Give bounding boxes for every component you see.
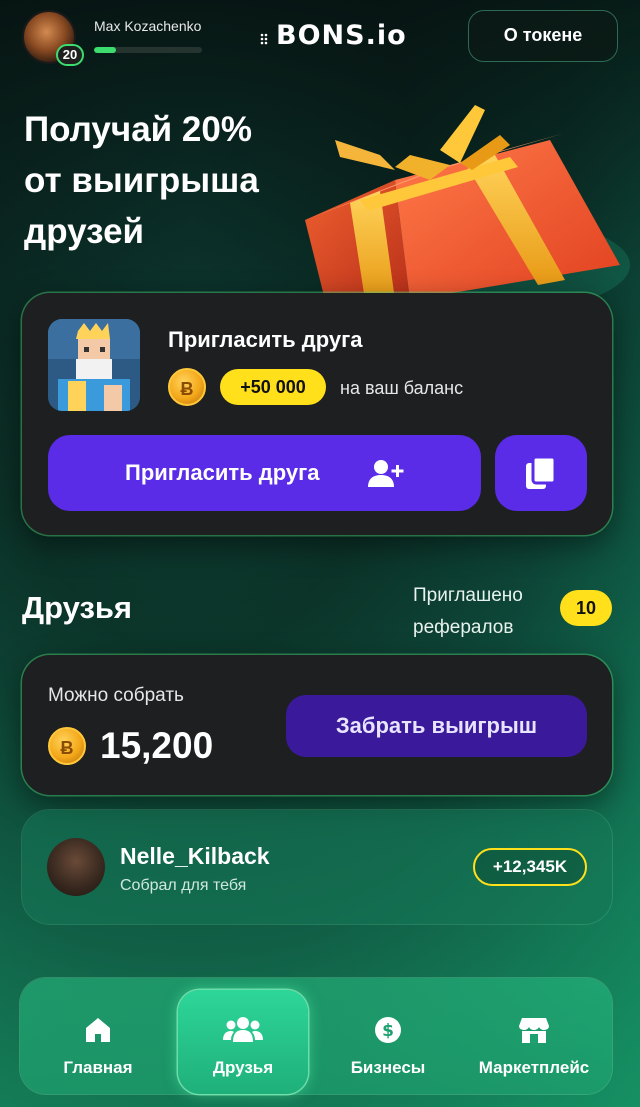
- referrals-label-line: рефералов: [413, 617, 514, 638]
- hero-title-line: от выигрыша: [24, 161, 259, 200]
- collect-amount: 15,200: [100, 725, 214, 766]
- king-character-image: [48, 319, 140, 411]
- app-logo: BONS.io: [276, 20, 407, 51]
- level-badge: 20: [56, 44, 84, 66]
- nav-label: Главная: [63, 1058, 133, 1077]
- nav-item-friends[interactable]: Друзья: [178, 990, 308, 1094]
- coin-icon: Ƀ: [168, 368, 206, 406]
- claim-winnings-button[interactable]: Забрать выигрыш: [286, 695, 587, 757]
- friend-earnings-badge: +12,345K: [473, 848, 587, 886]
- header: 20 Max Kozachenko BONS.io О токене: [22, 10, 618, 66]
- dollar-icon: $: [375, 1017, 401, 1043]
- invite-friend-button[interactable]: Пригласить друга: [48, 435, 481, 511]
- bottom-navigation: Главная Друзья $ Бизнесы Маркетплейс: [20, 978, 612, 1094]
- friend-name: Nelle_Kilback: [120, 843, 270, 869]
- invite-title: Пригласить друга: [168, 327, 363, 352]
- nav-item-businesses[interactable]: $ Бизнесы: [318, 990, 458, 1094]
- hero-title-line: Получай 20%: [24, 110, 252, 149]
- nav-label: Друзья: [212, 1058, 274, 1077]
- referrals-count-badge: 10: [560, 590, 612, 626]
- add-user-icon: [368, 460, 404, 487]
- copy-link-button[interactable]: [495, 435, 587, 511]
- hero-title-line: друзей: [24, 212, 145, 251]
- xp-progress-bar: [94, 47, 202, 53]
- svg-text:$: $: [382, 1021, 394, 1041]
- reward-badge: +50 000: [220, 369, 326, 405]
- invite-card: Пригласить друга Ƀ +50 000 на ваш баланс…: [22, 293, 612, 535]
- referrals-label-line: Приглашено: [413, 585, 523, 606]
- friend-avatar: [47, 838, 105, 896]
- username: Max Kozachenko: [94, 18, 202, 34]
- referrals-label: Приглашено рефералов: [413, 580, 553, 644]
- copy-icon: [526, 457, 556, 489]
- home-icon: [86, 1018, 110, 1042]
- friends-section-title: Друзья: [22, 590, 132, 625]
- nav-label: Бизнесы: [350, 1058, 426, 1077]
- gift-box-illustration: [305, 105, 630, 305]
- hero-title: Получай 20% от выигрыша друзей: [24, 104, 324, 257]
- reward-note: на ваш баланс: [340, 378, 464, 398]
- store-icon: [519, 1018, 549, 1043]
- logo-speed-icon: [260, 33, 268, 45]
- friend-subtitle: Собрал для тебя: [120, 877, 247, 894]
- people-icon: [223, 1017, 263, 1042]
- nav-item-marketplace[interactable]: Маркетплейс: [462, 990, 606, 1094]
- collect-card: Можно собрать Ƀ 15,200 Забрать выигрыш: [22, 655, 612, 795]
- coin-icon: Ƀ: [48, 727, 86, 765]
- nav-label: Маркетплейс: [478, 1058, 590, 1077]
- invite-friend-button-label: Пригласить друга: [125, 460, 320, 485]
- token-info-button[interactable]: О токене: [468, 10, 618, 62]
- xp-progress-fill: [94, 47, 116, 53]
- nav-item-home[interactable]: Главная: [28, 990, 168, 1094]
- collect-label: Можно собрать: [48, 685, 184, 706]
- friend-list-item[interactable]: Nelle_Kilback Собрал для тебя +12,345K: [22, 810, 612, 924]
